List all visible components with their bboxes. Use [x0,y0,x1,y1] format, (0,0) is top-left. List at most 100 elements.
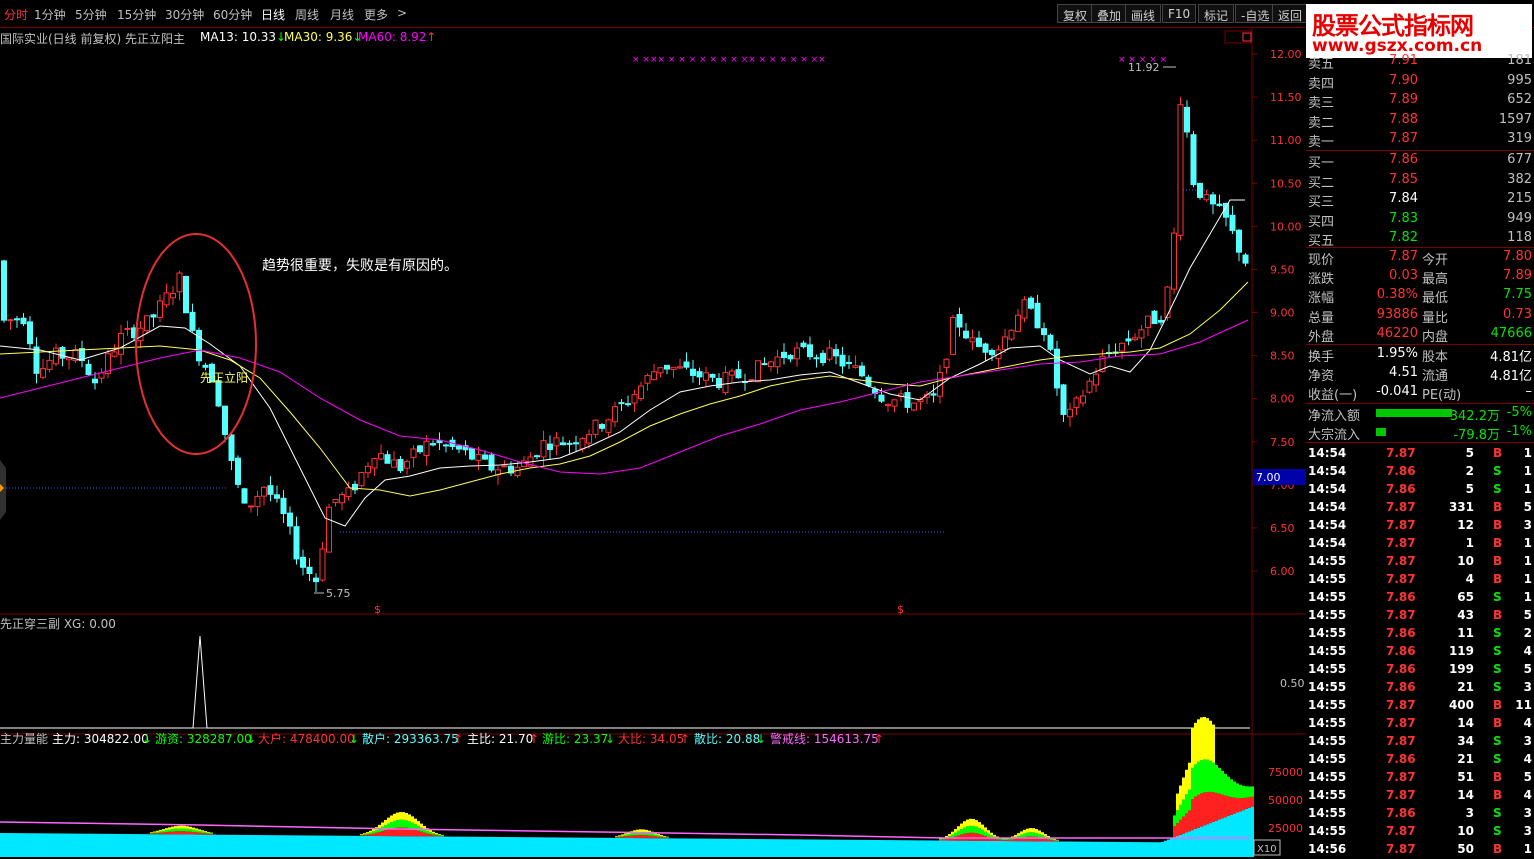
tick-price: 7.86 [1386,752,1416,766]
vol-bar-sanhu [591,837,594,857]
vol-bar-zhuli [438,834,441,835]
vol-bar-sanhu [204,834,207,857]
tab-5min[interactable]: 5分钟 [75,6,107,23]
vol-bar-sanhu [450,836,453,857]
mark-button[interactable]: 标记 [1198,4,1235,23]
tab-30min[interactable]: 30分钟 [165,6,204,23]
fuquan-button[interactable]: 复权 [1057,4,1094,23]
ask-row[interactable]: 卖一 7.87 319 [1306,130,1534,150]
vol-bar-sanhu [1095,841,1098,857]
vol-bar-sanhu [555,837,558,857]
candle-body [625,403,631,406]
bid-row[interactable]: 买二 7.85 382 [1306,171,1534,191]
vol-bar-zhuli [405,812,408,821]
vol-bar-youzi [426,830,429,834]
ask-row[interactable]: 卖四 7.90 995 [1306,72,1534,92]
vol-bar-dahu [660,837,663,839]
tab-1min[interactable]: 1分钟 [34,6,66,23]
ask-row[interactable]: 卖二 7.88 1597 [1306,111,1534,131]
tab-15min[interactable]: 15分钟 [117,6,156,23]
marker-s-left: $ [374,603,381,616]
draw-line-button[interactable]: 画线 [1125,4,1162,23]
vol-bar-zhuli [1176,793,1179,811]
candle-body [384,454,391,464]
tick-time: 14:55 [1308,770,1347,784]
kline-chart-area[interactable]: 12.00 11.50 11.00 10.50 10.00 9.50 9.00 8.50 8.0… [0,28,1306,859]
vol-bar-sanhu [375,836,378,857]
tick-row: 14:55 7.87 34 S 3 [1306,733,1534,751]
vol-bar-sanhu [123,833,126,857]
tick-volume: 4 [1465,572,1474,586]
vol-bar-dahu [621,836,624,838]
vol-bar-sanhu [432,836,435,857]
vol-bar-sanhu [1185,832,1188,857]
bid-row[interactable]: 买四 7.83 949 [1306,210,1534,230]
bid-row[interactable]: 买一 7.86 677 [1306,151,1534,171]
vol-bar-sanhu [0,833,3,857]
vol-bar-youzi [186,828,189,832]
ask-row[interactable]: 卖三 7.89 652 [1306,91,1534,111]
tick-row: 14:55 7.86 65 S 1 [1306,589,1534,607]
vol-bar-youzi [1203,759,1206,793]
vol-bar-sanhu [1029,841,1032,857]
tick-row: 14:55 7.87 14 B 4 [1306,787,1534,805]
bid-volume: 677 [1507,152,1532,167]
vol-bar-dahu [432,834,435,837]
tick-price: 7.86 [1386,662,1416,676]
candle-body [488,454,495,471]
vol-bar-sanhu [135,834,138,857]
vol-bar-youzi [399,819,402,828]
tick-time: 14:55 [1308,788,1347,802]
tab-fenshi[interactable]: 分时 [4,6,28,23]
back-button[interactable]: 返回 [1272,4,1309,23]
tab-monthly[interactable]: 月线 [330,6,354,23]
candle-body [20,317,27,325]
tick-direction: S [1493,662,1502,676]
vol-bar-youzi [951,834,954,838]
vol-bar-youzi [978,828,981,835]
overlay-button[interactable]: 叠加 [1091,4,1128,23]
tick-direction: S [1493,590,1502,604]
bid-row[interactable]: 买五 7.82 118 [1306,229,1534,249]
vol-bar-zhuli [969,818,972,826]
vol-bar-sanhu [444,836,447,857]
f10-button[interactable]: F10 [1162,4,1197,23]
vol-bar-youzi [165,830,168,833]
vol-bar-sanhu [1140,842,1143,857]
candle-body [820,352,826,364]
vol-bar-sanhu [399,836,402,857]
candle-body [1145,315,1151,328]
tab-weekly[interactable]: 周线 [295,6,319,23]
vol-bar-sanhu [582,837,585,857]
tab-60min[interactable]: 60分钟 [213,6,252,23]
bid-row[interactable]: 买三 7.84 215 [1306,190,1534,210]
ask-label: 卖三 [1308,96,1335,111]
chevron-right-icon[interactable]: > [397,6,407,20]
candle-body [267,485,274,495]
vol-bar-youzi [429,832,432,835]
vol-bar-sanhu [1152,842,1155,857]
vol-bar-sanhu [720,838,723,857]
candle-body [1021,299,1028,319]
fund-label: 收益(一) [1308,388,1358,403]
candle-body [553,437,560,447]
tick-price: 7.87 [1386,824,1416,838]
tab-daily[interactable]: 日线 [261,6,285,23]
remove-watchlist-button[interactable]: -自选 [1235,4,1276,23]
vol-bar-zhuli [441,834,444,836]
ask-row[interactable]: 卖五 7.91 181 [1306,52,1534,72]
candle-body [241,488,248,504]
vol-bar-sanhu [990,840,993,857]
vol-bar-sanhu [1074,841,1077,857]
vol-bar-sanhu [234,834,237,857]
vol-bar-sanhu [1242,810,1245,857]
vol-bar-sanhu [231,834,234,857]
vol-bar-sanhu [459,836,462,857]
vol-bar-sanhu [1197,827,1200,857]
vol-bar-dahu [1239,798,1242,812]
vol-bar-youzi [405,820,408,828]
tick-time: 14:54 [1308,536,1347,550]
tab-more[interactable]: 更多 [364,6,388,23]
candle-body [540,440,547,458]
vol-bar-sanhu [615,837,618,857]
